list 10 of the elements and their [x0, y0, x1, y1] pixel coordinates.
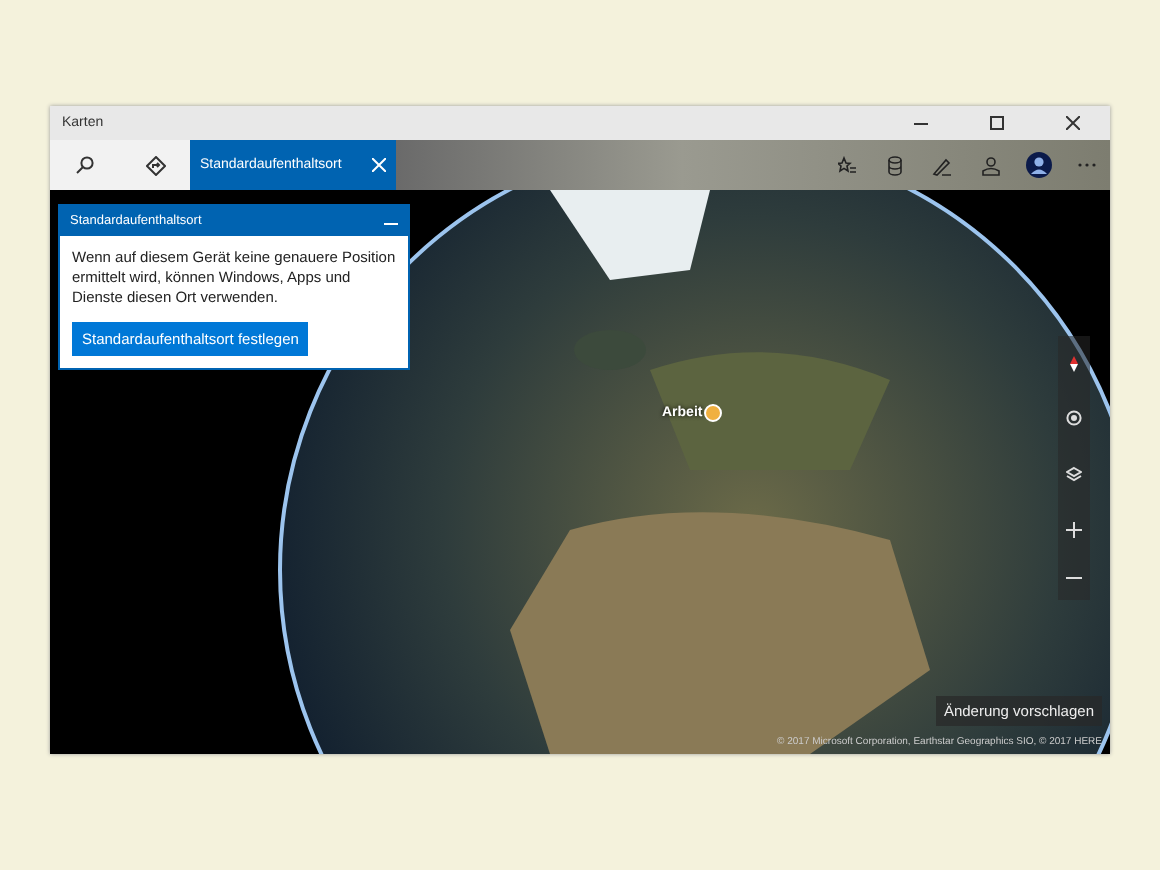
- compass-icon[interactable]: [1070, 355, 1078, 372]
- locate-icon[interactable]: [1066, 410, 1082, 427]
- zoom-in-icon[interactable]: [1066, 521, 1082, 538]
- search-icon[interactable]: [76, 156, 94, 174]
- directions-icon[interactable]: [145, 155, 165, 175]
- zoom-out-icon[interactable]: [1066, 576, 1082, 581]
- layers-icon[interactable]: [1066, 465, 1082, 482]
- close-icon[interactable]: [1065, 116, 1079, 130]
- maximize-icon[interactable]: [989, 116, 1003, 130]
- location-pin-icon[interactable]: [704, 404, 723, 422]
